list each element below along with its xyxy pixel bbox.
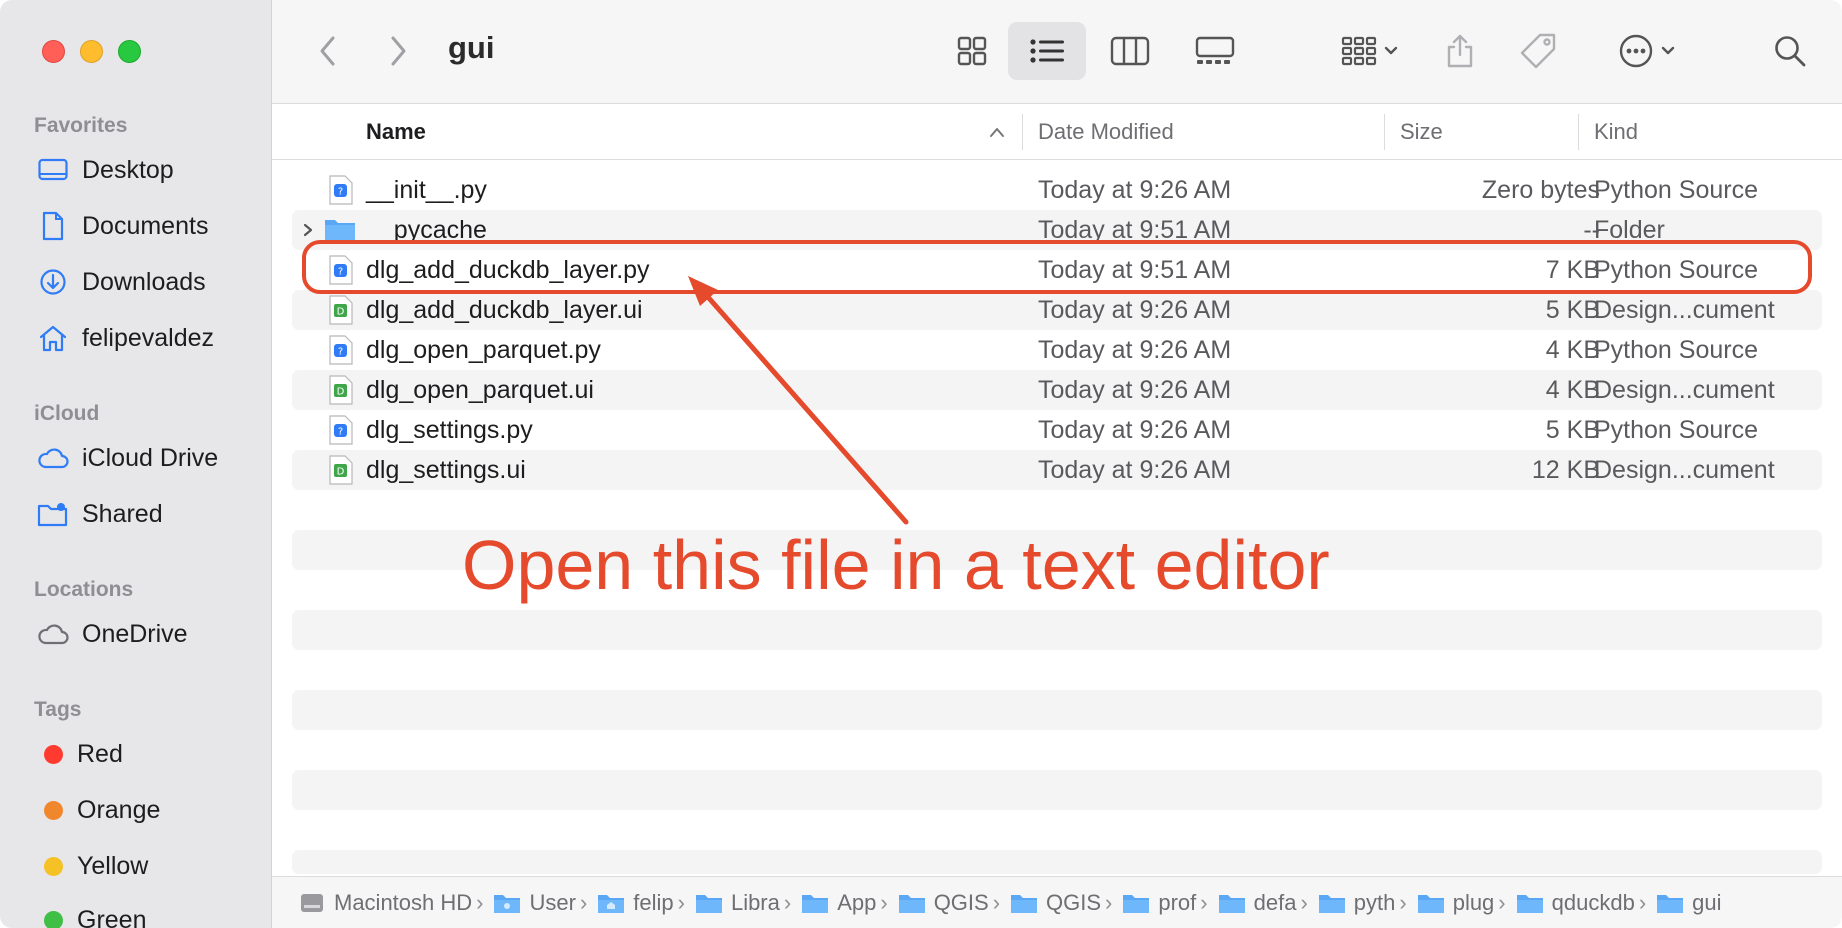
path-crumb[interactable]: plug › [1417,890,1512,916]
path-crumb[interactable]: QGIS › [898,890,1006,916]
path-crumb[interactable]: prof › [1122,890,1213,916]
folder-icon [494,894,521,913]
path-crumb-label: felip [633,889,674,915]
path-crumb[interactable]: User › [493,890,593,916]
folder-icon [1123,894,1150,913]
home-folder-icon [598,894,625,913]
path-crumb-label: Libra [730,889,780,915]
path-crumb[interactable]: pyth › [1318,890,1413,916]
path-crumb[interactable]: App › [801,890,893,916]
path-crumb-label: qduckdb [1551,889,1635,915]
path-crumb-label: gui [1692,889,1722,915]
path-crumb-label: defa [1253,889,1297,915]
path-crumb-label: QGIS [933,889,989,915]
path-crumb-label: prof [1158,889,1197,915]
finder-window: Favorites Desktop Documents Downloads fe… [0,0,1842,928]
folder-icon [1417,894,1444,913]
annotation-arrow-icon [688,276,909,525]
path-crumb-label: plug [1452,889,1495,915]
folder-icon [695,894,722,913]
path-crumb[interactable]: Libra › [695,890,797,916]
path-crumb-label: User [529,889,576,915]
folder-icon [1318,894,1345,913]
path-crumb-label: Macintosh HD [334,889,473,915]
path-crumb-label: pyth [1353,889,1396,915]
annotation-text: Open this file in a text editor [462,526,1330,604]
folder-icon [1218,894,1245,913]
path-crumb[interactable]: gui [1656,889,1722,916]
folder-icon [898,894,925,913]
folder-icon [1657,894,1684,913]
folder-icon [802,894,829,913]
disk-icon [301,893,323,912]
path-bar: Macintosh HD › User › felip › Libra › App › Q… [272,876,1842,928]
path-crumb-label: App [837,889,877,915]
path-crumb-label: QGIS [1046,889,1102,915]
path-crumb[interactable]: defa › [1218,890,1314,916]
path-crumb[interactable]: QGIS › [1010,890,1118,916]
path-crumb[interactable]: Macintosh HD › [298,890,489,916]
folder-icon [1516,894,1543,913]
path-crumb[interactable]: felip › [597,890,691,916]
path-crumb[interactable]: qduckdb › [1516,890,1653,916]
folder-icon [1011,894,1038,913]
